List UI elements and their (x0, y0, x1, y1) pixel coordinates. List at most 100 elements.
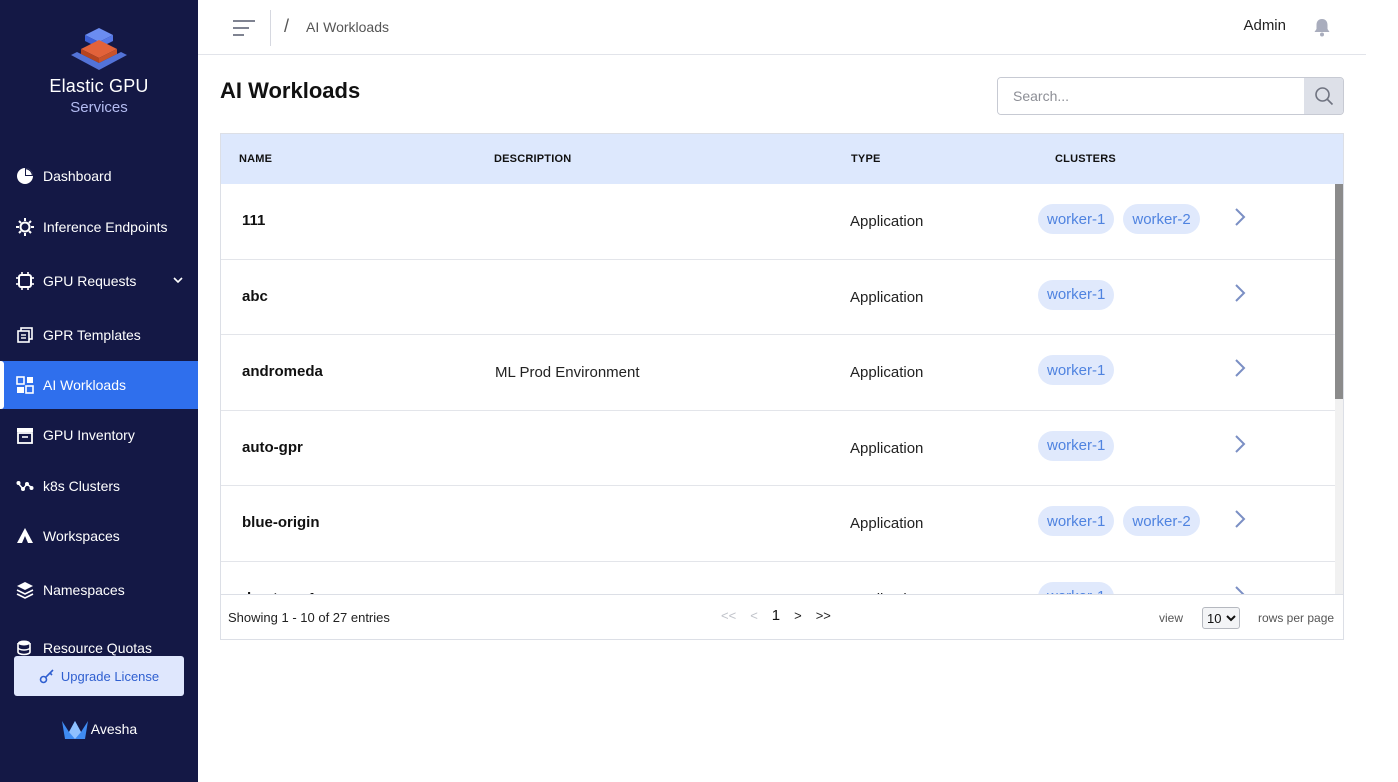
tent-icon (16, 527, 34, 545)
sidebar-item-label: Resource Quotas (43, 640, 152, 656)
rows-per-page-select[interactable]: 10 (1202, 607, 1240, 629)
table-row[interactable]: auto-gpr Application worker-1 (221, 411, 1335, 487)
pie-chart-icon (16, 167, 34, 185)
user-name[interactable]: Admin (1243, 17, 1286, 34)
cluster-chip[interactable]: worker-1 (1038, 430, 1115, 461)
view-label: view (1159, 611, 1184, 625)
network-icon (16, 477, 34, 495)
chip-icon (16, 272, 34, 290)
avesha-brand-text: Avesha (90, 721, 138, 737)
cluster-chip[interactable]: worker-1 (1038, 279, 1115, 310)
sidebar-item-gpr-templates[interactable]: GPR Templates (0, 311, 198, 359)
cluster-list: worker-1 worker-2 (1038, 506, 1200, 537)
cluster-list: worker-1 (1038, 279, 1115, 310)
cluster-list: worker-1 (1038, 581, 1115, 594)
grid-icon (16, 376, 34, 394)
column-header-name[interactable]: NAME (239, 153, 272, 165)
workload-description: ML Prod Environment (495, 364, 640, 382)
workload-name[interactable]: 111 (242, 212, 265, 229)
archive-icon (16, 426, 34, 444)
next-page-button[interactable]: > (794, 608, 802, 623)
chevron-right-icon[interactable] (1231, 282, 1249, 304)
sidebar-item-label: GPU Inventory (43, 427, 135, 443)
workload-type: Application (850, 288, 924, 306)
sidebar-item-dashboard[interactable]: Dashboard (0, 152, 198, 200)
table-row[interactable]: blue-origin Application worker-1 worker-2 (221, 486, 1335, 562)
current-page[interactable]: 1 (772, 607, 780, 624)
cluster-chip[interactable]: worker-1 (1038, 581, 1115, 594)
workload-name[interactable]: blue-origin (242, 514, 320, 531)
avesha-logo: Avesha (0, 718, 198, 740)
prev-page-button[interactable]: < (750, 608, 758, 623)
sidebar: Elastic GPU Services Dashboard Inference… (0, 0, 198, 782)
sidebar-item-label: k8s Clusters (43, 478, 121, 494)
table-row[interactable]: dev-team1Applicationworker-1 (221, 562, 1335, 594)
header-divider (270, 10, 271, 46)
sidebar-item-ai-workloads[interactable]: AI Workloads (0, 361, 198, 409)
brand-title: Elastic GPU (49, 76, 149, 96)
sidebar-item-k8s-clusters[interactable]: k8s Clusters (0, 462, 198, 510)
cluster-chip[interactable]: worker-1 (1038, 506, 1115, 537)
cluster-chip[interactable]: worker-2 (1123, 204, 1200, 234)
workload-name[interactable]: abc (242, 288, 268, 305)
pagination: << < 1 > >> (721, 607, 831, 624)
sidebar-item-label: Namespaces (43, 582, 125, 598)
upgrade-license-label: Upgrade License (60, 668, 160, 684)
search-box (997, 77, 1344, 115)
table-row[interactable]: 111 Application worker-1 worker-2 (221, 184, 1335, 260)
search-input[interactable] (998, 78, 1305, 114)
upgrade-license-button[interactable]: Upgrade License (14, 656, 184, 696)
table-footer: Showing 1 - 10 of 27 entries << < 1 > >>… (221, 594, 1343, 639)
chevron-down-icon[interactable] (172, 274, 184, 286)
entries-count: Showing 1 - 10 of 27 entries (228, 610, 390, 625)
chevron-right-icon[interactable] (1231, 508, 1249, 530)
chevron-right-icon[interactable] (1231, 357, 1249, 379)
sidebar-item-inference-endpoints[interactable]: Inference Endpoints (0, 203, 198, 251)
menu-icon[interactable] (232, 18, 256, 38)
chevron-right-icon[interactable] (1231, 584, 1249, 594)
sidebar-item-label: Dashboard (43, 168, 112, 184)
avesha-crown-icon (61, 721, 88, 739)
brand-subtitle: Services (70, 99, 128, 116)
bell-icon[interactable] (1312, 17, 1332, 37)
workload-type: Application (850, 364, 924, 382)
key-icon (39, 669, 54, 684)
elastic-gpu-logo-icon (67, 26, 131, 72)
workload-type: Application (850, 213, 924, 230)
copy-icon (16, 326, 34, 344)
chevron-right-icon[interactable] (1231, 433, 1249, 455)
cluster-chip[interactable]: worker-1 (1038, 355, 1115, 386)
search-icon (1314, 87, 1333, 106)
sidebar-item-gpu-requests[interactable]: GPU Requests (0, 257, 198, 305)
cluster-chip[interactable]: worker-2 (1123, 506, 1200, 537)
workload-name[interactable]: auto-gpr (242, 439, 303, 456)
column-header-description: DESCRIPTION (494, 153, 572, 165)
page-title: AI Workloads (220, 78, 361, 103)
table-row[interactable]: abc Application worker-1 (221, 260, 1335, 336)
chevron-right-icon[interactable] (1231, 206, 1249, 228)
last-page-button[interactable]: >> (816, 608, 831, 623)
scrollbar-thumb[interactable] (1335, 184, 1343, 399)
first-page-button[interactable]: << (721, 608, 736, 623)
table-row[interactable]: andromeda ML Prod Environment Application w… (221, 335, 1335, 411)
cluster-chip[interactable]: worker-1 (1038, 204, 1115, 234)
layers-icon (16, 581, 34, 599)
workload-type: Application (850, 515, 924, 533)
breadcrumb-separator: / (284, 16, 290, 36)
cluster-list: worker-1 worker-2 (1038, 204, 1200, 234)
sidebar-item-namespaces[interactable]: Namespaces (0, 566, 198, 614)
column-header-clusters: CLUSTERS (1055, 153, 1116, 165)
sidebar-item-label: AI Workloads (43, 377, 126, 393)
table-body: 111 Application worker-1 worker-2 abc Applica… (221, 184, 1335, 594)
brand: Elastic GPU Services (0, 26, 198, 116)
workload-name[interactable]: andromeda (242, 363, 323, 380)
cluster-list: worker-1 (1038, 355, 1115, 386)
workload-type: Application (850, 439, 924, 457)
table-header: NAME DESCRIPTION TYPE CLUSTERS (221, 134, 1343, 184)
top-bar: / AI Workloads Admin (198, 0, 1366, 55)
sidebar-item-gpu-inventory[interactable]: GPU Inventory (0, 411, 198, 459)
sidebar-item-label: GPR Templates (43, 327, 141, 343)
sidebar-item-workspaces[interactable]: Workspaces (0, 512, 198, 560)
search-button[interactable] (1304, 78, 1343, 114)
cluster-list: worker-1 (1038, 430, 1115, 461)
